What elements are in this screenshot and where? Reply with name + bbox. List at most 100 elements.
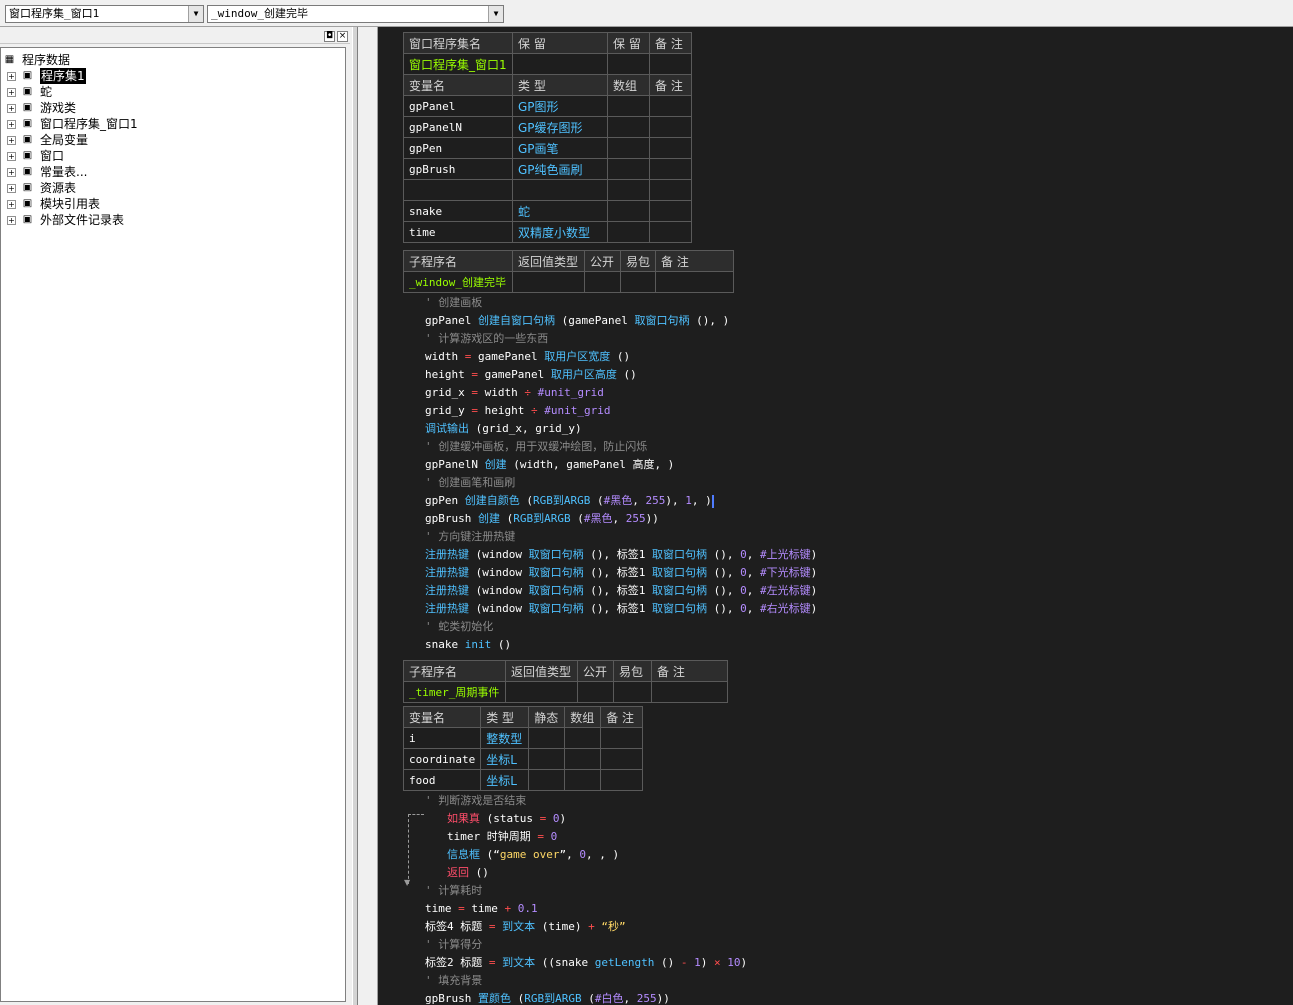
assembly-selector[interactable]: 窗口程序集_窗口1 ▼ xyxy=(5,5,204,23)
table-cell[interactable] xyxy=(651,681,728,703)
table-cell[interactable] xyxy=(607,116,650,138)
table-row[interactable]: snake 蛇 xyxy=(403,200,692,222)
table-row[interactable]: i 整数型 xyxy=(402,727,644,749)
table-cell[interactable] xyxy=(512,53,608,75)
pin-icon[interactable]: ◘ xyxy=(324,31,335,42)
code-area[interactable]: 窗口程序集名 保 留 保 留 备 注 窗口程序集_窗口1 变量名 类 型 数组 … xyxy=(378,27,1293,1005)
code-comment[interactable]: ' 判断游戏是否结束 xyxy=(425,792,526,810)
expand-icon[interactable]: + xyxy=(7,136,16,145)
code-comment[interactable]: ' 创建画笔和画刷 xyxy=(425,474,515,492)
chevron-down-icon[interactable]: ▼ xyxy=(188,6,203,22)
table-cell[interactable] xyxy=(564,769,602,791)
table-cell[interactable] xyxy=(607,53,650,75)
table-row[interactable]: coordinate 坐标L xyxy=(402,748,644,770)
code-comment[interactable]: ' 创建画板 xyxy=(425,294,482,312)
code-line[interactable]: gpBrush 置颜色 (RGB到ARGB (#白色, 255)) xyxy=(425,990,670,1005)
table-cell[interactable] xyxy=(619,271,657,293)
var-type[interactable]: GP图形 xyxy=(512,95,608,117)
code-line[interactable]: gpBrush 创建 (RGB到ARGB (#黑色, 255)) xyxy=(425,510,659,528)
code-line[interactable]: 注册热键 (window 取窗口句柄 (), 标签1 取窗口句柄 (), 0, … xyxy=(425,582,817,600)
table-cell[interactable] xyxy=(649,116,692,138)
table-row[interactable]: gpBrush GP纯色画刷 xyxy=(403,158,692,180)
var-name[interactable]: coordinate xyxy=(402,748,482,770)
var-name[interactable]: snake xyxy=(403,200,513,222)
code-comment[interactable]: ' 计算得分 xyxy=(425,936,482,954)
var-type[interactable]: 坐标L xyxy=(480,748,530,770)
var-name[interactable]: time xyxy=(403,221,513,243)
var-type[interactable]: 蛇 xyxy=(512,200,608,222)
var-type[interactable]: GP纯色画刷 xyxy=(512,158,608,180)
table-cell[interactable] xyxy=(607,221,650,243)
code-line[interactable]: 标签4 标题 = 到文本 (time) + “秒” xyxy=(425,918,626,936)
table-cell[interactable] xyxy=(649,158,692,180)
code-line[interactable]: 返回 () xyxy=(447,864,489,882)
expand-icon[interactable]: + xyxy=(7,184,16,193)
code-line[interactable]: 调试输出 (grid_x, grid_y) xyxy=(425,420,582,438)
table-cell[interactable] xyxy=(584,271,621,293)
table-cell[interactable] xyxy=(649,179,692,201)
table-cell[interactable] xyxy=(577,681,614,703)
code-line[interactable]: 注册热键 (window 取窗口句柄 (), 标签1 取窗口句柄 (), 0, … xyxy=(425,564,817,582)
var-name[interactable]: gpPanel xyxy=(403,95,513,117)
table-cell[interactable] xyxy=(607,158,650,180)
table-cell[interactable] xyxy=(600,769,644,791)
code-line[interactable]: timer 时钟周期 = 0 xyxy=(447,828,557,846)
code-comment[interactable]: ' 计算游戏区的一些东西 xyxy=(425,330,548,348)
table-cell[interactable] xyxy=(505,681,578,703)
subroutine-name[interactable]: _timer_周期事件 xyxy=(403,681,506,703)
table-cell[interactable] xyxy=(512,271,585,293)
code-line[interactable]: 注册热键 (window 取窗口句柄 (), 标签1 取窗口句柄 (), 0, … xyxy=(425,546,817,564)
code-editor[interactable]: 窗口程序集名 保 留 保 留 备 注 窗口程序集_窗口1 变量名 类 型 数组 … xyxy=(358,27,1293,1005)
code-comment[interactable]: ' 填充背景 xyxy=(425,972,482,990)
code-line[interactable]: grid_x = width ÷ #unit_grid xyxy=(425,384,604,402)
table-row[interactable]: gpPanel GP图形 xyxy=(403,95,692,117)
code-comment[interactable]: ' 计算耗时 xyxy=(425,882,482,900)
table-cell[interactable] xyxy=(528,727,566,749)
code-line-current[interactable]: gpPen 创建自颜色 (RGB到ARGB (#黑色, 255), 1, ) xyxy=(425,492,714,510)
table-cell[interactable] xyxy=(607,95,650,117)
table-cell[interactable] xyxy=(607,137,650,159)
close-icon[interactable]: × xyxy=(337,31,348,42)
table-cell[interactable] xyxy=(564,727,602,749)
expand-icon[interactable]: + xyxy=(7,168,16,177)
table-cell[interactable] xyxy=(649,53,692,75)
code-line[interactable]: snake init () xyxy=(425,636,511,654)
var-name[interactable]: food xyxy=(402,769,482,791)
chevron-down-icon[interactable]: ▼ xyxy=(488,6,503,22)
code-line[interactable]: 如果真 (status = 0) xyxy=(447,810,566,828)
table-cell[interactable] xyxy=(607,179,650,201)
var-type[interactable]: GP缓存图形 xyxy=(512,116,608,138)
table-cell[interactable] xyxy=(607,200,650,222)
table-cell[interactable] xyxy=(649,137,692,159)
code-comment[interactable]: ' 创建缓冲画板，用于双缓冲绘图，防止闪烁 xyxy=(425,438,647,456)
code-line[interactable]: width = gamePanel 取用户区宽度 () xyxy=(425,348,630,366)
table-cell[interactable] xyxy=(564,748,602,770)
table-cell[interactable] xyxy=(649,200,692,222)
code-line[interactable]: 注册热键 (window 取窗口句柄 (), 标签1 取窗口句柄 (), 0, … xyxy=(425,600,817,618)
var-name[interactable]: i xyxy=(402,727,482,749)
var-name[interactable]: gpPen xyxy=(403,137,513,159)
expand-icon[interactable]: + xyxy=(7,72,16,81)
code-line[interactable]: 信息框 (“game over”, 0, , ) xyxy=(447,846,619,864)
table-cell[interactable] xyxy=(600,748,644,770)
table-cell[interactable] xyxy=(528,748,566,770)
table-cell[interactable] xyxy=(649,95,692,117)
var-name[interactable]: gpPanelN xyxy=(403,116,513,138)
var-name[interactable] xyxy=(403,179,513,201)
code-line[interactable]: 标签2 标题 = 到文本 ((snake getLength () - 1) ×… xyxy=(425,954,747,972)
table-row[interactable]: gpPen GP画笔 xyxy=(403,137,692,159)
subroutine-selector[interactable]: _window_创建完毕 ▼ xyxy=(207,5,504,23)
table-row[interactable] xyxy=(403,179,692,201)
table-cell[interactable] xyxy=(655,271,735,293)
code-line[interactable]: grid_y = height ÷ #unit_grid xyxy=(425,402,610,420)
assembly-name[interactable]: 窗口程序集_窗口1 xyxy=(403,53,513,75)
var-name[interactable]: gpBrush xyxy=(403,158,513,180)
table-cell[interactable] xyxy=(649,221,692,243)
var-type[interactable] xyxy=(512,179,608,201)
expand-icon[interactable]: + xyxy=(7,120,16,129)
expand-icon[interactable]: + xyxy=(7,152,16,161)
var-type[interactable]: 双精度小数型 xyxy=(512,221,608,243)
code-line[interactable]: height = gamePanel 取用户区高度 () xyxy=(425,366,637,384)
var-type[interactable]: GP画笔 xyxy=(512,137,608,159)
table-row[interactable]: food 坐标L xyxy=(402,769,644,791)
